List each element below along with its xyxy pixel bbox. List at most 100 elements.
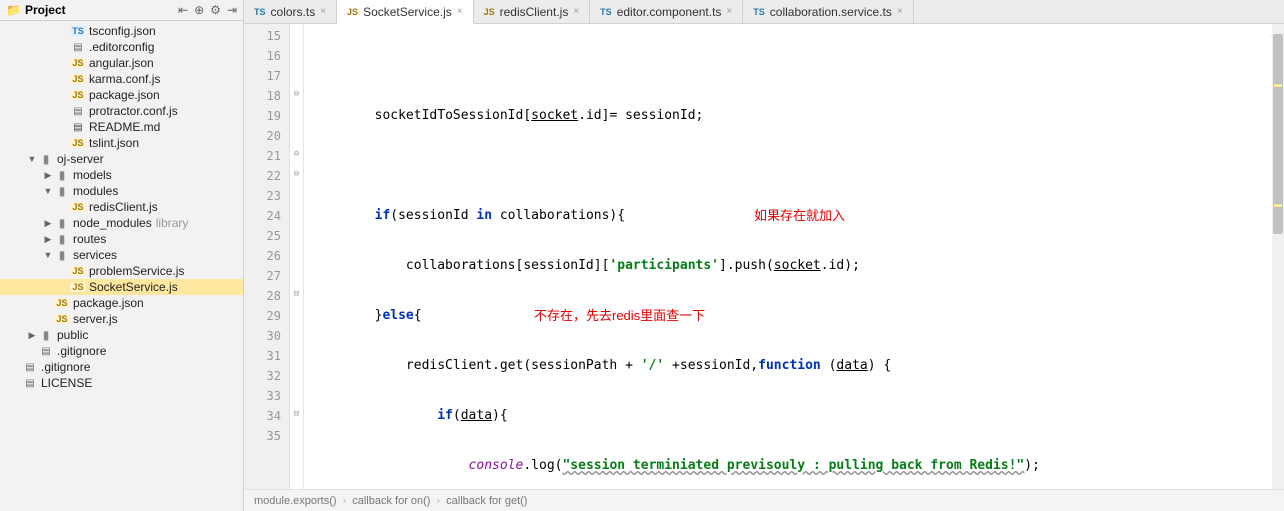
fold-marker[interactable] bbox=[290, 204, 303, 224]
editor-tab[interactable]: TScolors.ts× bbox=[244, 0, 337, 23]
line-number[interactable]: 29 bbox=[244, 306, 289, 326]
fold-marker[interactable] bbox=[290, 104, 303, 124]
line-number[interactable]: 15 bbox=[244, 26, 289, 46]
breadcrumb[interactable]: module.exports()› callback for on()› cal… bbox=[244, 489, 1284, 511]
tree-item[interactable]: ▶▮models bbox=[0, 167, 243, 183]
tree-item[interactable]: ▤protractor.conf.js bbox=[0, 103, 243, 119]
fold-gutter[interactable]: ⊖⊖⊖⊟⊟ bbox=[290, 24, 304, 489]
line-number[interactable]: 32 bbox=[244, 366, 289, 386]
tree-item[interactable]: JStslint.json bbox=[0, 135, 243, 151]
code-area[interactable]: socketIdToSessionId[socket.id]= sessionI… bbox=[304, 24, 1284, 489]
tree-item[interactable]: JSserver.js bbox=[0, 311, 243, 327]
tree-item[interactable]: JSpackage.json bbox=[0, 87, 243, 103]
line-number[interactable]: 33 bbox=[244, 386, 289, 406]
close-icon[interactable]: × bbox=[726, 6, 732, 17]
tree-item[interactable]: JSkarma.conf.js bbox=[0, 71, 243, 87]
editor-tab[interactable]: TSeditor.component.ts× bbox=[590, 0, 743, 23]
fold-marker[interactable] bbox=[290, 124, 303, 144]
close-icon[interactable]: × bbox=[897, 6, 903, 17]
line-number[interactable]: 24 bbox=[244, 206, 289, 226]
tree-item[interactable]: ▼▮modules bbox=[0, 183, 243, 199]
close-icon[interactable]: × bbox=[457, 6, 463, 17]
tree-item[interactable]: JSpackage.json bbox=[0, 295, 243, 311]
hide-icon[interactable]: ⇥ bbox=[227, 3, 237, 17]
line-number[interactable]: 30 bbox=[244, 326, 289, 346]
marker[interactable] bbox=[1274, 204, 1282, 207]
line-number[interactable]: 22 bbox=[244, 166, 289, 186]
fold-marker[interactable] bbox=[290, 424, 303, 444]
fold-marker[interactable] bbox=[290, 364, 303, 384]
line-number[interactable]: 18 bbox=[244, 86, 289, 106]
crumb[interactable]: callback for on() bbox=[352, 495, 430, 507]
fold-marker[interactable] bbox=[290, 264, 303, 284]
marker[interactable] bbox=[1274, 84, 1282, 87]
tree-item[interactable]: ▤.gitignore bbox=[0, 343, 243, 359]
tree-item[interactable]: ▶▮node_moduleslibrary bbox=[0, 215, 243, 231]
line-number[interactable]: 26 bbox=[244, 246, 289, 266]
tree-arrow-icon[interactable]: ▼ bbox=[26, 154, 38, 164]
tree-item[interactable]: ▼▮services bbox=[0, 247, 243, 263]
fold-marker[interactable] bbox=[290, 304, 303, 324]
tree-item[interactable]: ▶▮public bbox=[0, 327, 243, 343]
editor-tab[interactable]: JSredisClient.js× bbox=[474, 0, 591, 23]
editor-tab[interactable]: JSSocketService.js× bbox=[337, 0, 474, 24]
fold-marker[interactable] bbox=[290, 224, 303, 244]
fold-marker[interactable] bbox=[290, 324, 303, 344]
line-number[interactable]: 31 bbox=[244, 346, 289, 366]
line-number[interactable]: 21 bbox=[244, 146, 289, 166]
fold-marker[interactable]: ⊖ bbox=[290, 144, 303, 164]
tree-arrow-icon[interactable]: ▶ bbox=[26, 330, 38, 341]
select-opened-icon[interactable]: ⊕ bbox=[194, 3, 204, 17]
tree-arrow-icon[interactable]: ▶ bbox=[42, 218, 54, 229]
line-number[interactable]: 34 bbox=[244, 406, 289, 426]
line-number[interactable]: 19 bbox=[244, 106, 289, 126]
tree-item[interactable]: ▶▮routes bbox=[0, 231, 243, 247]
tree-item[interactable]: TStsconfig.json bbox=[0, 23, 243, 39]
editor-tabs[interactable]: TScolors.ts×JSSocketService.js×JSredisCl… bbox=[244, 0, 1284, 24]
tree-item[interactable]: ▤.gitignore bbox=[0, 359, 243, 375]
fold-marker[interactable] bbox=[290, 64, 303, 84]
fold-marker[interactable]: ⊖ bbox=[290, 84, 303, 104]
settings-icon[interactable]: ⚙ bbox=[210, 3, 221, 17]
fold-marker[interactable] bbox=[290, 24, 303, 44]
tree-item[interactable]: JSredisClient.js bbox=[0, 199, 243, 215]
tree-arrow-icon[interactable]: ▶ bbox=[42, 170, 54, 181]
tree-arrow-icon[interactable]: ▼ bbox=[42, 186, 54, 196]
fold-marker[interactable]: ⊖ bbox=[290, 164, 303, 184]
fold-marker[interactable] bbox=[290, 184, 303, 204]
tree-item[interactable]: JSproblemService.js bbox=[0, 263, 243, 279]
tree-item[interactable]: JSSocketService.js bbox=[0, 279, 243, 295]
close-icon[interactable]: × bbox=[573, 6, 579, 17]
collapse-icon[interactable]: ⇤ bbox=[178, 3, 188, 17]
line-number[interactable]: 35 bbox=[244, 426, 289, 446]
project-tree[interactable]: TStsconfig.json▤.editorconfigJSangular.j… bbox=[0, 21, 243, 511]
fold-marker[interactable] bbox=[290, 344, 303, 364]
line-number[interactable]: 23 bbox=[244, 186, 289, 206]
crumb[interactable]: callback for get() bbox=[446, 495, 527, 507]
fold-marker[interactable]: ⊟ bbox=[290, 284, 303, 304]
line-number[interactable]: 25 bbox=[244, 226, 289, 246]
fold-marker[interactable]: ⊟ bbox=[290, 404, 303, 424]
line-gutter[interactable]: 1516171819202122232425262728293031323334… bbox=[244, 24, 290, 489]
fold-marker[interactable] bbox=[290, 244, 303, 264]
crumb[interactable]: module.exports() bbox=[254, 495, 337, 507]
tree-label: tsconfig.json bbox=[89, 24, 156, 38]
line-number[interactable]: 28 bbox=[244, 286, 289, 306]
vertical-scrollbar[interactable] bbox=[1272, 24, 1284, 489]
tree-item[interactable]: ▤.editorconfig bbox=[0, 39, 243, 55]
tree-item[interactable]: ▼▮oj-server bbox=[0, 151, 243, 167]
line-number[interactable]: 17 bbox=[244, 66, 289, 86]
fold-marker[interactable] bbox=[290, 384, 303, 404]
tree-item[interactable]: JSangular.json bbox=[0, 55, 243, 71]
tree-item[interactable]: ▤LICENSE bbox=[0, 375, 243, 391]
tree-item[interactable]: ▤README.md bbox=[0, 119, 243, 135]
line-number[interactable]: 20 bbox=[244, 126, 289, 146]
fold-marker[interactable] bbox=[290, 44, 303, 64]
tree-arrow-icon[interactable]: ▶ bbox=[42, 234, 54, 245]
line-number[interactable]: 27 bbox=[244, 266, 289, 286]
close-icon[interactable]: × bbox=[320, 6, 326, 17]
line-number[interactable]: 16 bbox=[244, 46, 289, 66]
tree-arrow-icon[interactable]: ▼ bbox=[42, 250, 54, 260]
code-token: redisClient.get(sessionPath + bbox=[406, 358, 641, 373]
editor-tab[interactable]: TScollaboration.service.ts× bbox=[743, 0, 913, 23]
